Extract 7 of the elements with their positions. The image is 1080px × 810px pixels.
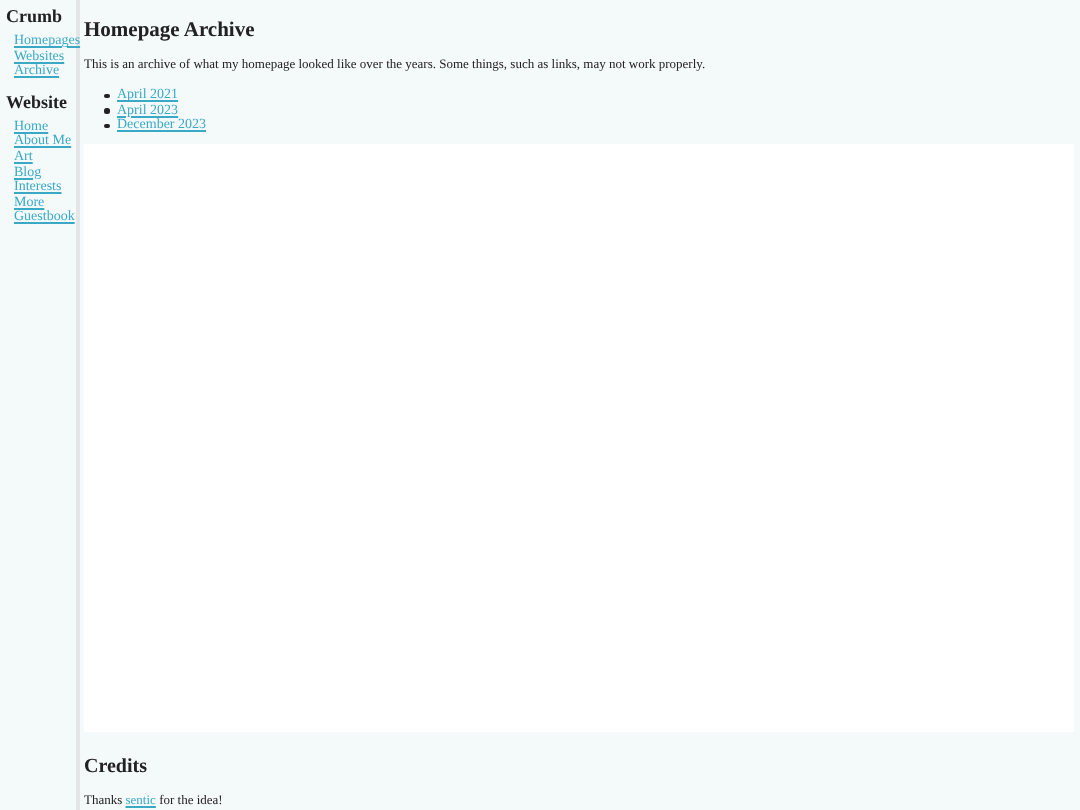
- sidebar-heading: Website: [6, 91, 69, 112]
- bullet-icon: [104, 93, 109, 99]
- sidebar-heading: Crumb: [6, 6, 65, 26]
- bullet-icon: [104, 123, 109, 129]
- page-title: Homepage Archive: [84, 20, 257, 42]
- bullet-icon: [104, 108, 109, 114]
- credits-heading: Credits: [84, 755, 149, 778]
